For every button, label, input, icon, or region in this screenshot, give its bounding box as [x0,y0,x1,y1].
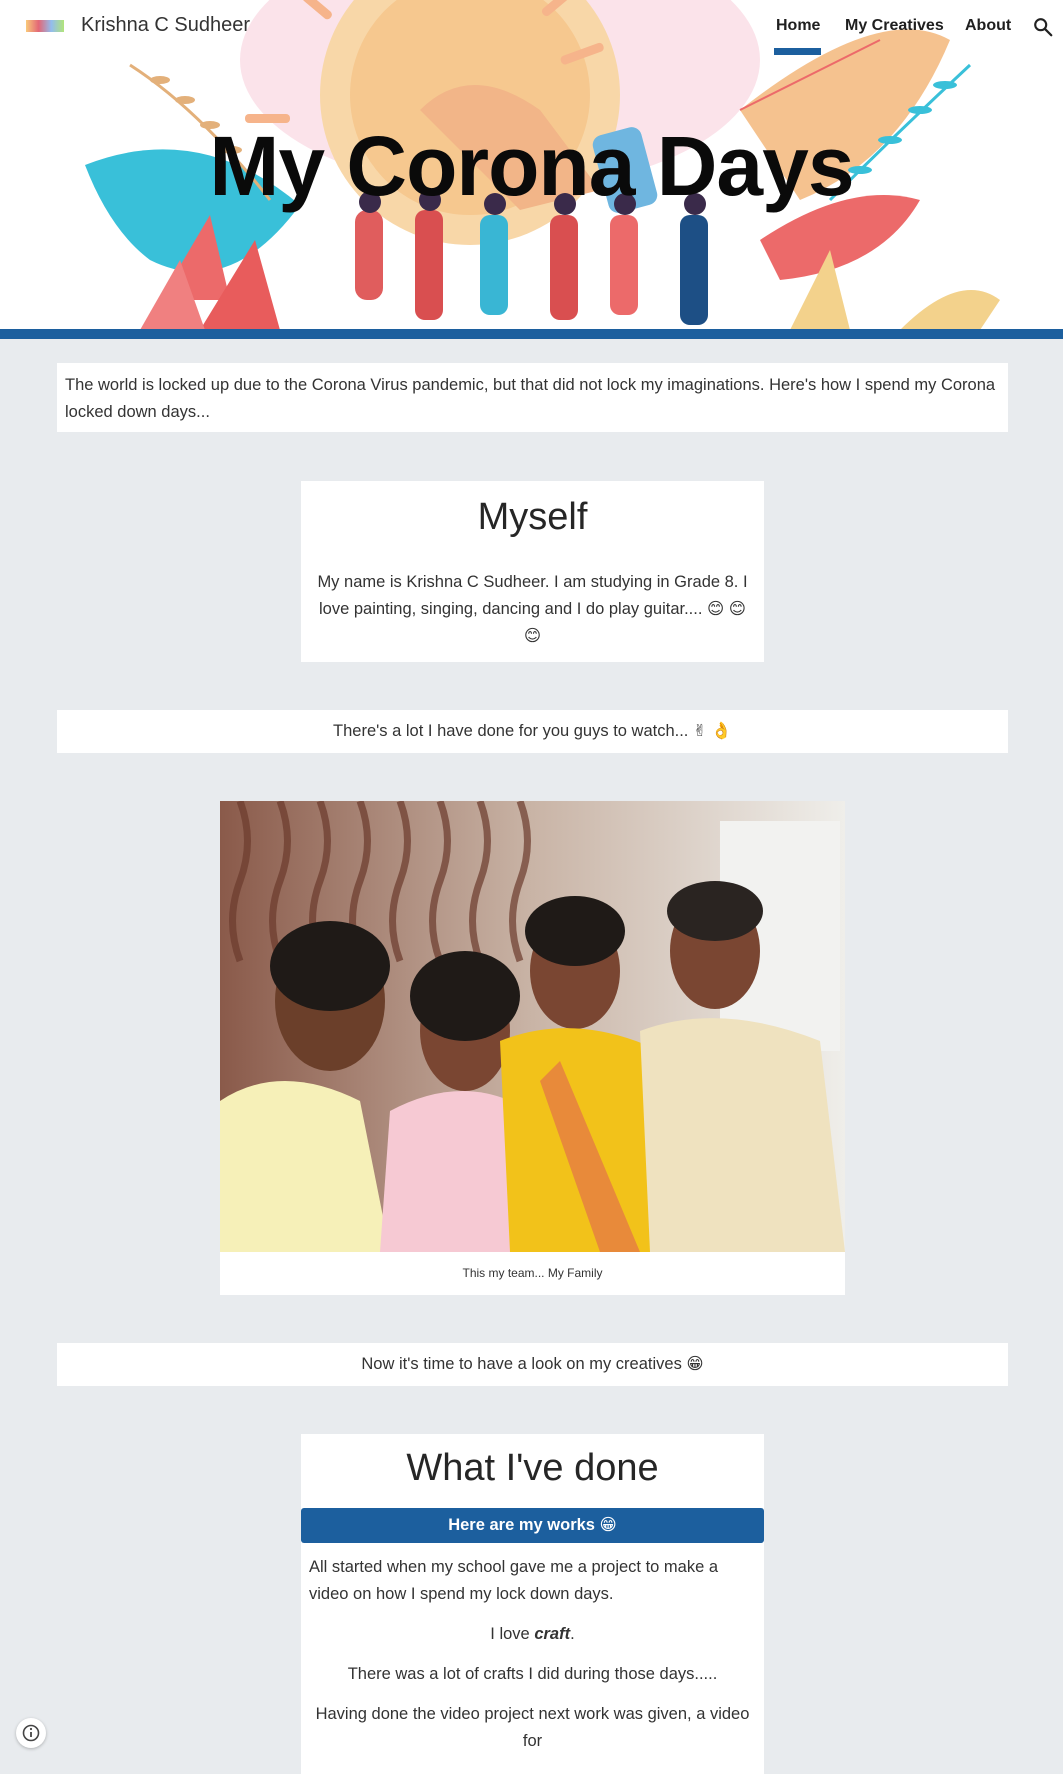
done-p2-prefix: I love [490,1625,535,1643]
myself-card: Myself My name is Krishna C Sudheer. I a… [301,481,764,662]
nav-my-creatives[interactable]: My Creatives [845,17,944,35]
nav-about[interactable]: About [965,17,1011,35]
myself-text: My name is Krishna C Sudheer. I am study… [317,573,748,645]
done-paragraph-3: There was a lot of crafts I did during t… [347,1665,718,1683]
intro-card: The world is locked up due to the Corona… [57,363,1008,432]
header-banner: Krishna C Sudheer Home My Creatives Abou… [0,0,1063,330]
creatives-intro-card: Now it's time to have a look on my creat… [57,1343,1008,1386]
here-are-my-works-button[interactable]: Here are my works 😁 [301,1508,764,1543]
done-paragraph-2: I love craft. [309,1621,756,1648]
done-paragraph-4: Having done the video project next work … [315,1705,750,1750]
family-photo-card: This my team... My Family [220,801,845,1295]
intro-text: The world is locked up due to the Corona… [65,376,996,421]
watch-card: There's a lot I have done for you guys t… [57,710,1008,753]
creatives-intro-text: Now it's time to have a look on my creat… [361,1355,704,1373]
header-divider [0,329,1063,339]
nav-home[interactable]: Home [776,17,820,35]
site-logo[interactable] [26,20,64,32]
info-icon [22,1724,40,1742]
done-p2-emphasis: craft [534,1625,571,1643]
site-info-button[interactable] [16,1718,46,1748]
search-icon[interactable] [1032,16,1054,38]
site-title[interactable]: Krishna C Sudheer [81,14,250,37]
what-ive-done-card: What I've done Here are my works 😁 All s… [301,1434,764,1774]
photo-caption: This my team... My Family [462,1266,603,1280]
family-photo[interactable] [220,801,845,1252]
hero-title: My Corona Days [209,119,854,213]
done-heading: What I've done [406,1447,659,1489]
myself-heading: Myself [477,496,588,538]
done-p2-suffix: . [570,1625,575,1643]
nav-active-indicator [774,48,821,55]
done-paragraph-1: All started when my school gave me a pro… [309,1558,719,1603]
watch-text: There's a lot I have done for you guys t… [333,722,732,740]
